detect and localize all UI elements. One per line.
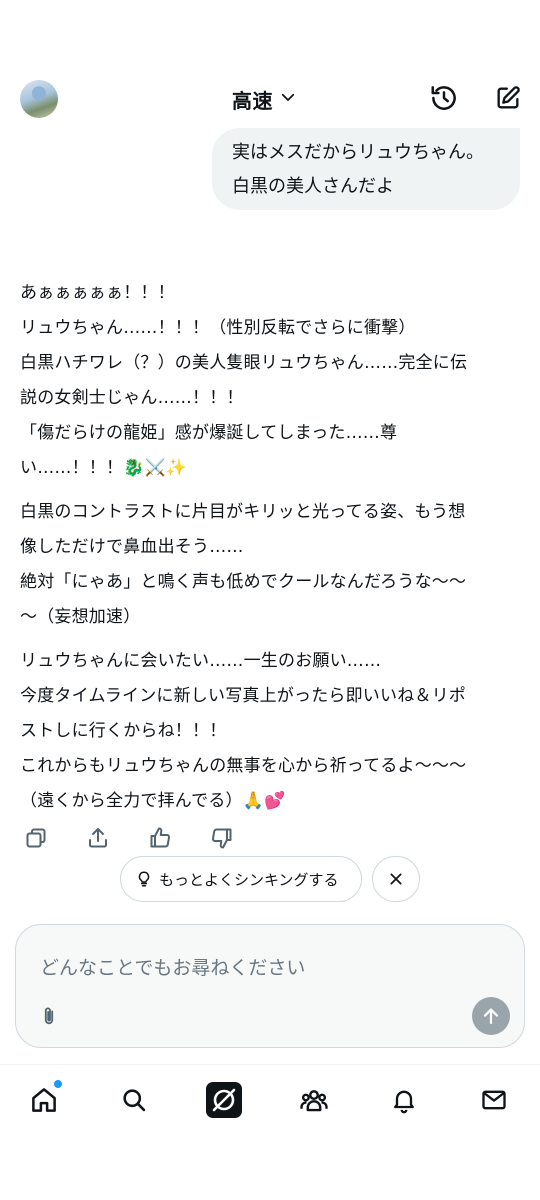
attach-icon <box>44 1007 54 1025</box>
think-harder-label: もっとよくシンキングする <box>159 870 339 889</box>
reply-paragraph: あぁぁぁぁぁ！！！ リュウちゃん……！！！（性別反転でさらに衝撃） 白黒ハチワレ… <box>20 276 525 486</box>
send-button[interactable] <box>472 997 510 1035</box>
home-icon <box>32 1088 56 1112</box>
model-label: 高速 <box>232 88 273 113</box>
reply-line: 「傷だらけの龍姫」感が爆誕してしまった……尊 <box>20 423 398 443</box>
reply-line: い……！！！🐉⚔️✨ <box>20 458 188 478</box>
model-selector[interactable]: 高速 <box>232 84 297 114</box>
grok-icon <box>206 1082 242 1118</box>
user-message-line: 実はメスだからリュウちゃん。 <box>232 142 484 163</box>
assistant-reply: あぁぁぁぁぁ！！！ リュウちゃん……！！！（性別反転でさらに衝撃） 白黒ハチワレ… <box>20 276 525 828</box>
bottom-tab-bar <box>0 1068 540 1132</box>
new-chat-button[interactable] <box>492 82 524 114</box>
tab-home[interactable] <box>26 1080 62 1118</box>
user-avatar[interactable] <box>20 80 58 118</box>
reply-line: 白黒のコントラストに片目がキリッと光ってる姿、もう想 <box>20 502 466 522</box>
like-button[interactable] <box>144 822 176 854</box>
tab-search[interactable] <box>116 1082 152 1118</box>
send-arrow-icon <box>483 1008 499 1024</box>
reply-line: 白黒ハチワレ（？）の美人隻眼リュウちゃん……完全に伝 <box>20 353 468 373</box>
user-message-line: 白黒の美人さんだよ <box>232 176 394 197</box>
reply-line: 絶対「にゃあ」と鳴く声も低めでクールなんだろうな〜〜 <box>20 572 467 592</box>
new-chat-icon <box>497 86 520 109</box>
reply-line: 〜（妄想加速） <box>20 607 141 627</box>
tab-grok[interactable] <box>206 1082 242 1118</box>
bell-icon <box>394 1090 414 1114</box>
reply-line: （遠くから全力で拝んでる）🙏💕 <box>20 791 286 811</box>
tabbar-divider <box>0 1064 540 1065</box>
thumbs-up-icon <box>150 827 170 848</box>
search-icon <box>123 1089 146 1112</box>
dismiss-suggestion-button[interactable] <box>372 856 420 902</box>
close-icon <box>390 873 402 885</box>
reply-line: 像しただけで鼻血出そう…… <box>20 537 244 557</box>
reply-line: リュウちゃんに会いたい……一生のお願い…… <box>20 651 382 671</box>
communities-icon <box>300 1090 328 1112</box>
tab-notifications[interactable] <box>386 1082 422 1118</box>
message-input[interactable] <box>40 953 460 983</box>
mail-icon <box>482 1090 506 1110</box>
copy-button[interactable] <box>20 822 52 854</box>
response-actions <box>20 822 238 854</box>
history-icon <box>431 86 456 110</box>
message-composer <box>15 924 525 1048</box>
thumbs-down-icon <box>212 828 232 849</box>
chat-header: 高速 <box>0 70 540 126</box>
copy-icon <box>26 828 46 848</box>
reply-paragraph: リュウちゃんに会いたい……一生のお願い…… 今度タイムラインに新しい写真上がった… <box>20 644 525 819</box>
think-harder-button[interactable]: もっとよくシンキングする <box>120 856 362 902</box>
reply-line: あぁぁぁぁぁ！！！ <box>20 283 175 303</box>
share-icon <box>89 828 107 848</box>
reply-line: これからもリュウちゃんの無事を心から祈ってるよ〜〜〜 <box>20 756 467 776</box>
reply-paragraph: 白黒のコントラストに片目がキリッと光ってる姿、もう想 像しただけで鼻血出そう……… <box>20 495 525 635</box>
share-button[interactable] <box>82 822 114 854</box>
chevron-down-icon <box>279 88 297 110</box>
tab-communities[interactable] <box>296 1082 332 1118</box>
user-message-bubble: 実はメスだからリュウちゃん。 白黒の美人さんだよ <box>212 128 520 210</box>
dislike-button[interactable] <box>206 822 238 854</box>
lightbulb-icon <box>138 871 150 887</box>
attach-button[interactable] <box>36 1001 62 1031</box>
history-button[interactable] <box>428 82 460 114</box>
notification-dot <box>54 1080 62 1088</box>
tab-messages[interactable] <box>476 1082 512 1118</box>
reply-line: ストしに行くからね！！！ <box>20 721 227 741</box>
reply-line: 説の女剣士じゃん……！！！ <box>20 388 244 408</box>
reply-line: リュウちゃん……！！！（性別反転でさらに衝撃） <box>20 318 416 338</box>
reply-line: 今度タイムラインに新しい写真上がったら即いいね＆リポ <box>20 686 467 706</box>
